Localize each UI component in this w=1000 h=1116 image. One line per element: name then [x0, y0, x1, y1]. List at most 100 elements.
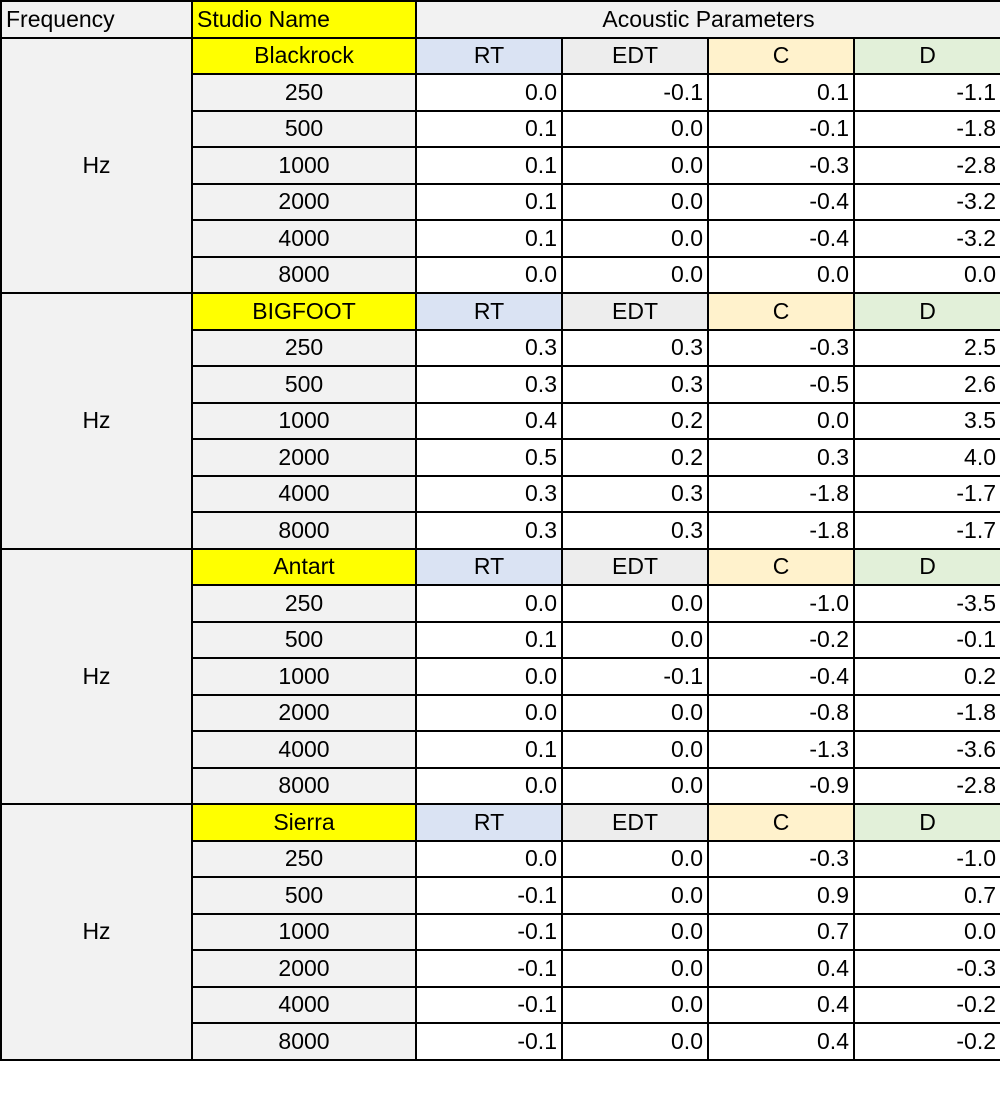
value-cell-rt: 0.1 — [415, 182, 563, 221]
frequency-band-cell: 1000 — [191, 657, 417, 696]
value-cell-c: 0.3 — [707, 438, 855, 477]
value-cell-rt: -0.1 — [415, 876, 563, 915]
value-cell-c: -0.4 — [707, 219, 855, 258]
studio-header-row: Hz Sierra RT EDT C D — [0, 803, 1000, 1061]
value-cell-edt: -0.1 — [561, 73, 709, 112]
value-cell-edt: 0.2 — [561, 401, 709, 440]
value-cell-c: -0.4 — [707, 657, 855, 696]
value-cell-edt: 0.0 — [561, 766, 709, 805]
value-cell-edt: 0.0 — [561, 876, 709, 915]
value-cell-d: -1.8 — [852, 693, 1000, 732]
value-cell-edt: -0.1 — [561, 657, 709, 696]
value-cell-d: -1.7 — [852, 474, 1000, 513]
value-cell-c: -0.2 — [707, 620, 855, 659]
value-cell-d: -3.2 — [852, 182, 1000, 221]
value-cell-rt: 0.1 — [415, 730, 563, 769]
value-cell-edt: 0.0 — [561, 584, 709, 623]
frequency-band-cell: 2000 — [191, 182, 417, 221]
value-cell-rt: 0.0 — [415, 766, 563, 805]
value-cell-d: -0.2 — [852, 985, 1000, 1024]
value-cell-c: -0.3 — [707, 146, 855, 185]
studio-name-cell: Antart — [191, 547, 417, 586]
value-cell-c: 0.0 — [707, 255, 855, 294]
value-cell-d: 3.5 — [852, 401, 1000, 440]
table-body: Frequency Studio Name Acoustic Parameter… — [0, 0, 1000, 1061]
value-cell-d: 0.2 — [852, 657, 1000, 696]
frequency-band-cell: 500 — [191, 365, 417, 404]
value-cell-d: -3.2 — [852, 219, 1000, 258]
frequency-unit-cell: Hz — [0, 36, 193, 294]
frequency-header: Frequency — [0, 0, 193, 39]
frequency-band-cell: 8000 — [191, 1022, 417, 1061]
param-header-c: C — [707, 36, 855, 75]
studio-header-row: Hz BIGFOOT RT EDT C D — [0, 292, 1000, 550]
param-header-c: C — [707, 547, 855, 586]
param-header-d: D — [852, 292, 1000, 331]
value-cell-edt: 0.0 — [561, 949, 709, 988]
value-cell-c: 0.1 — [707, 73, 855, 112]
value-cell-rt: 0.4 — [415, 401, 563, 440]
frequency-unit-cell: Hz — [0, 803, 193, 1061]
frequency-unit-cell: Hz — [0, 547, 193, 805]
value-cell-d: 0.0 — [852, 912, 1000, 951]
header-row: Frequency Studio Name Acoustic Parameter… — [0, 0, 1000, 39]
value-cell-edt: 0.3 — [561, 365, 709, 404]
value-cell-edt: 0.0 — [561, 109, 709, 148]
value-cell-d: -0.1 — [852, 620, 1000, 659]
value-cell-edt: 0.3 — [561, 328, 709, 367]
value-cell-d: 2.5 — [852, 328, 1000, 367]
studio-header-row: Hz Blackrock RT EDT C D — [0, 36, 1000, 294]
value-cell-d: -1.0 — [852, 839, 1000, 878]
value-cell-d: -0.2 — [852, 1022, 1000, 1061]
param-header-edt: EDT — [561, 803, 709, 842]
value-cell-d: -1.1 — [852, 73, 1000, 112]
param-header-rt: RT — [415, 547, 563, 586]
value-cell-c: 0.4 — [707, 949, 855, 988]
value-cell-edt: 0.0 — [561, 1022, 709, 1061]
value-cell-rt: -0.1 — [415, 912, 563, 951]
value-cell-rt: 0.1 — [415, 146, 563, 185]
value-cell-rt: -0.1 — [415, 949, 563, 988]
studio-header-row: Hz Antart RT EDT C D — [0, 547, 1000, 805]
value-cell-rt: 0.1 — [415, 620, 563, 659]
value-cell-d: 4.0 — [852, 438, 1000, 477]
value-cell-edt: 0.0 — [561, 912, 709, 951]
param-header-edt: EDT — [561, 547, 709, 586]
value-cell-rt: 0.0 — [415, 73, 563, 112]
frequency-band-cell: 1000 — [191, 401, 417, 440]
value-cell-edt: 0.0 — [561, 985, 709, 1024]
value-cell-edt: 0.3 — [561, 474, 709, 513]
frequency-band-cell: 500 — [191, 876, 417, 915]
param-header-edt: EDT — [561, 36, 709, 75]
value-cell-c: 0.0 — [707, 401, 855, 440]
acoustic-parameters-header: Acoustic Parameters — [414, 0, 1000, 39]
frequency-band-cell: 250 — [191, 839, 417, 878]
frequency-band-cell: 8000 — [191, 766, 417, 805]
value-cell-edt: 0.0 — [561, 219, 709, 258]
acoustic-parameters-table: Frequency Studio Name Acoustic Parameter… — [0, 0, 1000, 1061]
value-cell-c: -1.0 — [707, 584, 855, 623]
value-cell-d: -1.8 — [852, 109, 1000, 148]
value-cell-edt: 0.0 — [561, 693, 709, 732]
value-cell-c: -0.1 — [707, 109, 855, 148]
value-cell-d: 0.0 — [852, 255, 1000, 294]
frequency-band-cell: 500 — [191, 109, 417, 148]
param-header-rt: RT — [415, 803, 563, 842]
value-cell-c: -1.3 — [707, 730, 855, 769]
value-cell-edt: 0.0 — [561, 730, 709, 769]
value-cell-rt: 0.0 — [415, 839, 563, 878]
frequency-band-cell: 500 — [191, 620, 417, 659]
frequency-band-cell: 2000 — [191, 693, 417, 732]
value-cell-rt: 0.3 — [415, 474, 563, 513]
value-cell-d: -0.3 — [852, 949, 1000, 988]
value-cell-d: -3.5 — [852, 584, 1000, 623]
value-cell-rt: 0.1 — [415, 219, 563, 258]
studio-name-header: Studio Name — [191, 0, 417, 39]
frequency-band-cell: 4000 — [191, 730, 417, 769]
value-cell-c: -0.3 — [707, 328, 855, 367]
value-cell-d: -1.7 — [852, 511, 1000, 550]
value-cell-rt: 0.3 — [415, 365, 563, 404]
frequency-band-cell: 250 — [191, 73, 417, 112]
value-cell-c: -0.3 — [707, 839, 855, 878]
value-cell-c: 0.4 — [707, 985, 855, 1024]
